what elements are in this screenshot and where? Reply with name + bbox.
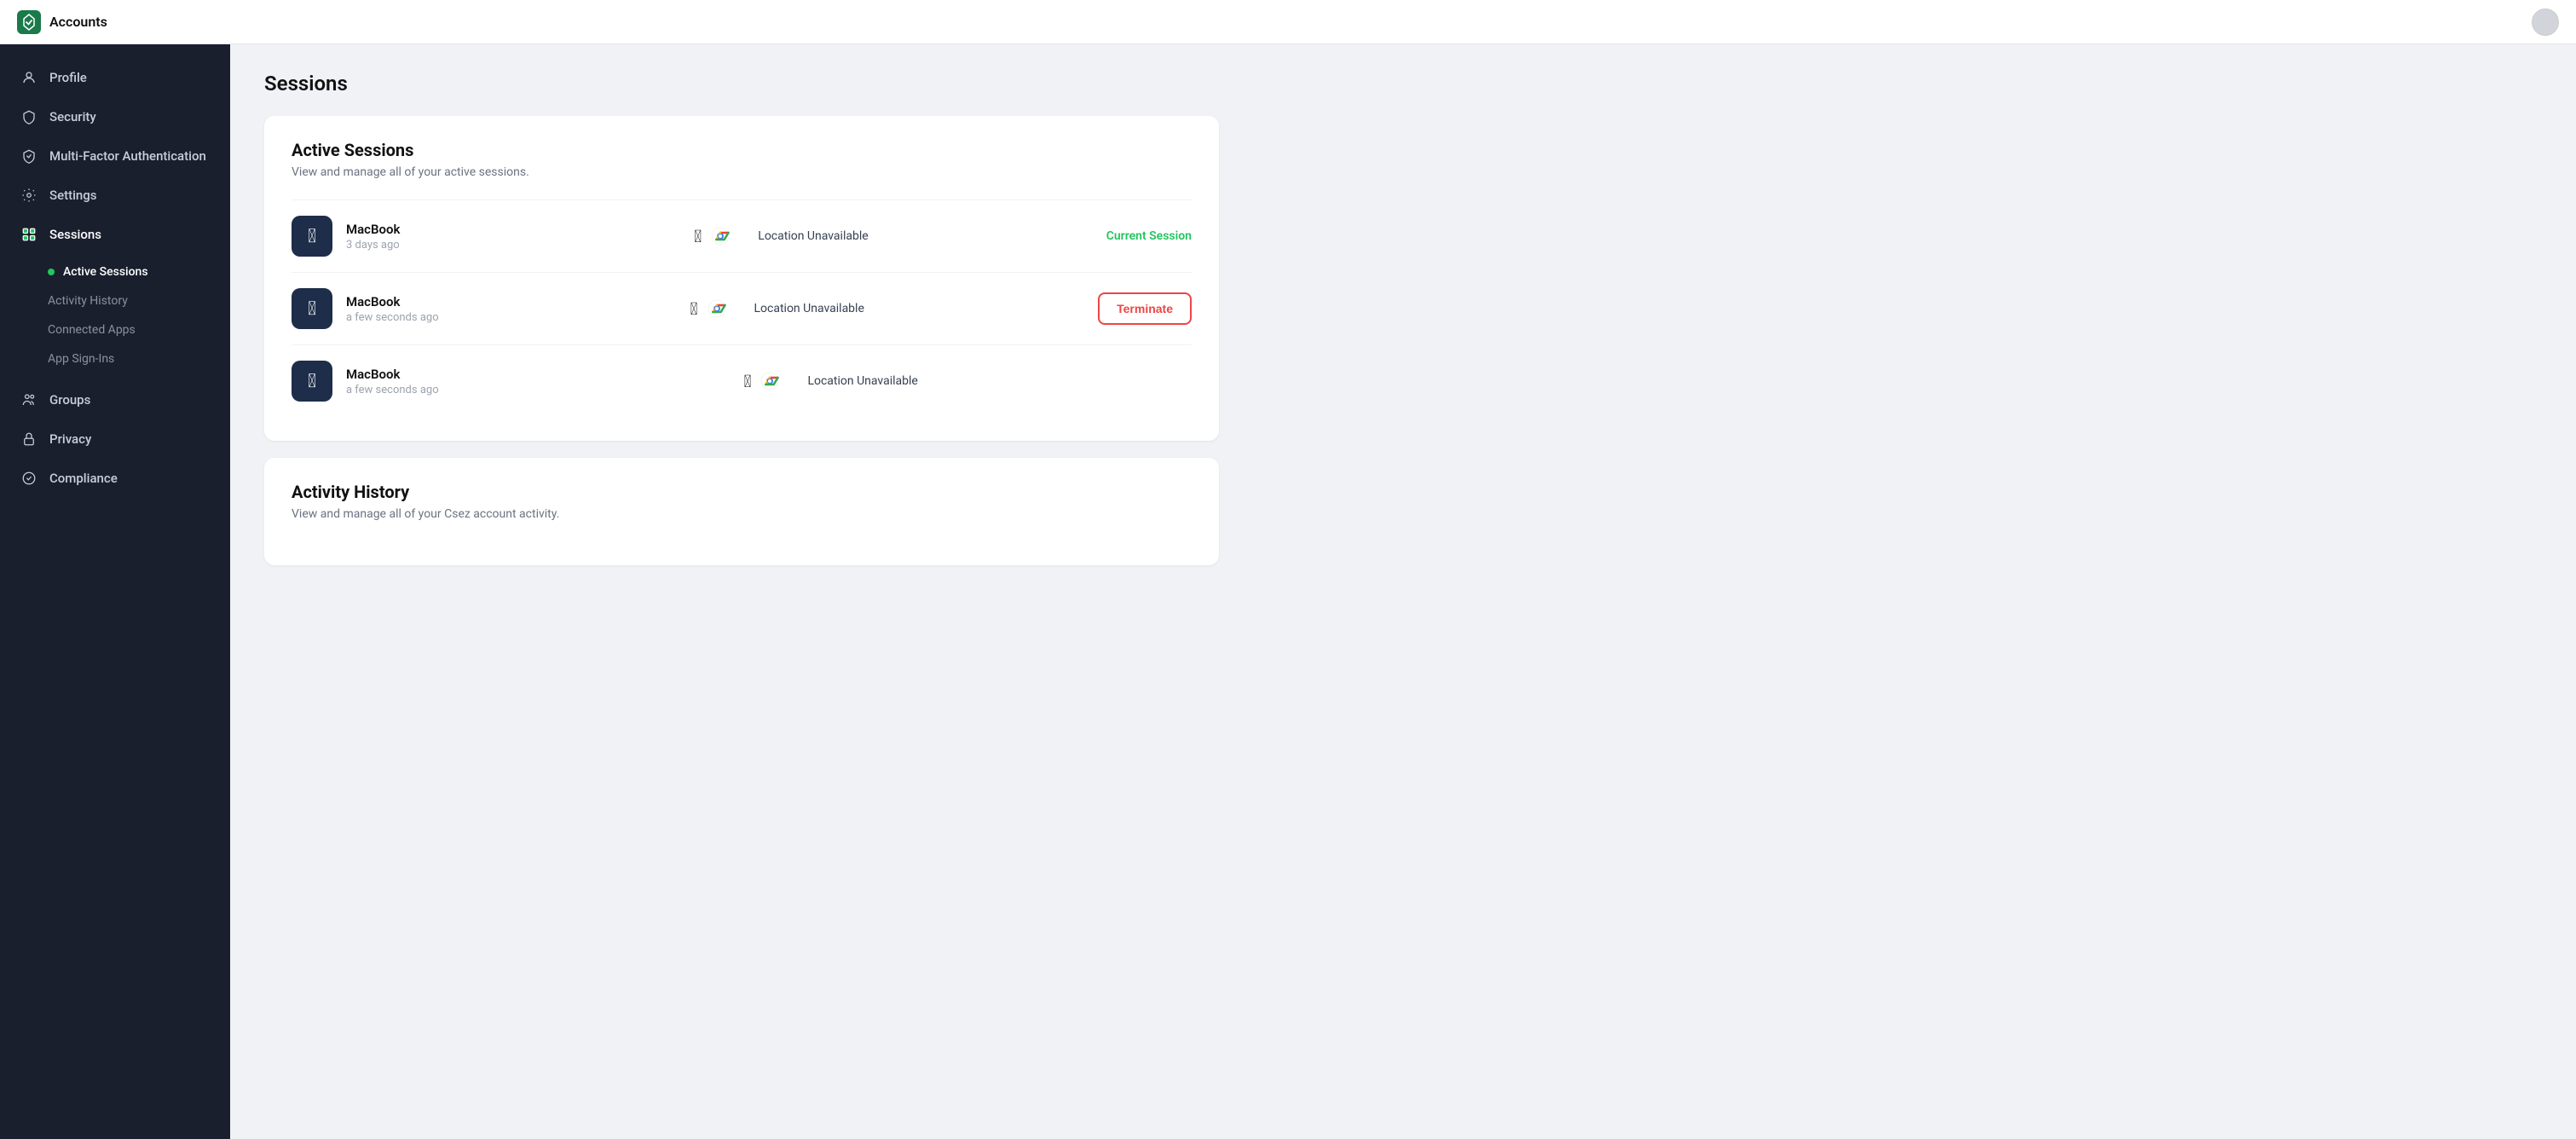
session-info: MacBook 3 days ago xyxy=(346,222,680,252)
sidebar-label-sessions: Sessions xyxy=(49,227,101,242)
gear-icon xyxy=(20,187,38,204)
chrome-browser-icon xyxy=(707,298,727,319)
apple-os-icon:  xyxy=(694,226,702,246)
sidebar-nav: Profile Security Multi-Factor Authentica… xyxy=(0,44,230,512)
chrome-browser-icon xyxy=(760,371,780,391)
sidebar-label-privacy: Privacy xyxy=(49,431,91,447)
session-device-name: MacBook xyxy=(346,294,677,309)
table-row:  MacBook a few seconds ago  xyxy=(292,272,1192,344)
activity-history-subtitle: View and manage all of your Csez account… xyxy=(292,507,1192,521)
activity-history-title: Activity History xyxy=(292,482,1192,502)
sidebar-subitem-active-sessions[interactable]: Active Sessions xyxy=(0,257,230,286)
sidebar-item-compliance[interactable]: Compliance xyxy=(0,459,230,498)
topbar: Accounts xyxy=(0,0,2576,44)
subitem-activity-history-label: Activity History xyxy=(48,294,128,308)
app-logo-icon xyxy=(17,10,41,34)
device-icon-box:  xyxy=(292,361,332,402)
subitem-connected-apps-label: Connected Apps xyxy=(48,323,136,337)
sidebar-item-settings[interactable]: Settings xyxy=(0,176,230,215)
topbar-left: Accounts xyxy=(17,10,107,34)
terminate-button[interactable]: Terminate xyxy=(1098,292,1192,325)
sidebar-item-privacy[interactable]: Privacy xyxy=(0,419,230,459)
chrome-browser-icon xyxy=(710,226,731,246)
table-row:  MacBook 3 days ago  xyxy=(292,199,1192,272)
sidebar-item-security[interactable]: Security xyxy=(0,97,230,136)
active-sessions-card: Active Sessions View and manage all of y… xyxy=(264,116,1219,441)
session-location: Location Unavailable xyxy=(754,302,1085,315)
users-icon xyxy=(20,391,38,408)
sidebar-label-mfa: Multi-Factor Authentication xyxy=(49,148,206,164)
session-browser-icons:  xyxy=(690,298,727,319)
session-device-name: MacBook xyxy=(346,367,731,382)
apple-device-icon:  xyxy=(308,226,316,247)
user-avatar[interactable] xyxy=(2532,9,2559,36)
active-sessions-subtitle: View and manage all of your active sessi… xyxy=(292,165,1192,179)
sidebar-item-groups[interactable]: Groups xyxy=(0,380,230,419)
main-content: Sessions Active Sessions View and manage… xyxy=(230,0,2576,1139)
session-info: MacBook a few seconds ago xyxy=(346,294,677,324)
session-location: Location Unavailable xyxy=(807,374,1192,388)
sidebar-subitem-connected-apps[interactable]: Connected Apps xyxy=(0,315,230,344)
user-circle-icon xyxy=(20,69,38,86)
sidebar-item-mfa[interactable]: Multi-Factor Authentication xyxy=(0,136,230,176)
lock-icon xyxy=(20,431,38,448)
sidebar: Profile Security Multi-Factor Authentica… xyxy=(0,0,230,1139)
apple-device-icon:  xyxy=(308,298,316,320)
active-sessions-title: Active Sessions xyxy=(292,140,1192,160)
session-time: a few seconds ago xyxy=(346,384,731,396)
sidebar-label-settings: Settings xyxy=(49,188,97,203)
session-time: 3 days ago xyxy=(346,239,680,252)
session-browser-icons:  xyxy=(694,226,731,246)
shield-check-icon xyxy=(20,147,38,165)
content-area: Sessions Active Sessions View and manage… xyxy=(230,44,1253,610)
shield-icon xyxy=(20,108,38,125)
active-dot-icon xyxy=(48,269,55,275)
subitem-active-sessions-label: Active Sessions xyxy=(63,265,148,279)
sidebar-item-profile[interactable]: Profile xyxy=(0,58,230,97)
session-time: a few seconds ago xyxy=(346,311,677,324)
sidebar-label-profile: Profile xyxy=(49,70,87,85)
sidebar-label-security: Security xyxy=(49,109,96,124)
activity-history-card: Activity History View and manage all of … xyxy=(264,458,1219,565)
sidebar-subitem-activity-history[interactable]: Activity History xyxy=(0,286,230,315)
device-icon-box:  xyxy=(292,288,332,329)
sidebar-subitem-app-sign-ins[interactable]: App Sign-Ins xyxy=(0,344,230,373)
app-title: Accounts xyxy=(49,14,107,30)
apple-os-icon:  xyxy=(744,371,752,391)
session-info: MacBook a few seconds ago xyxy=(346,367,731,396)
table-row:  MacBook a few seconds ago  xyxy=(292,344,1192,417)
subitem-app-sign-ins-label: App Sign-Ins xyxy=(48,352,114,366)
grid-icon xyxy=(20,226,38,243)
sidebar-label-groups: Groups xyxy=(49,392,90,408)
sidebar-item-sessions[interactable]: Sessions xyxy=(0,215,230,254)
apple-os-icon:  xyxy=(690,298,698,319)
badge-icon xyxy=(20,470,38,487)
apple-device-icon:  xyxy=(308,371,316,392)
session-browser-icons:  xyxy=(744,371,781,391)
page-title: Sessions xyxy=(264,72,1219,95)
current-session-label: Current Session xyxy=(1106,229,1192,243)
sidebar-label-compliance: Compliance xyxy=(49,471,118,486)
device-icon-box:  xyxy=(292,216,332,257)
session-device-name: MacBook xyxy=(346,222,680,237)
sessions-subnav: Active Sessions Activity History Connect… xyxy=(0,254,230,380)
session-location: Location Unavailable xyxy=(758,229,1092,243)
